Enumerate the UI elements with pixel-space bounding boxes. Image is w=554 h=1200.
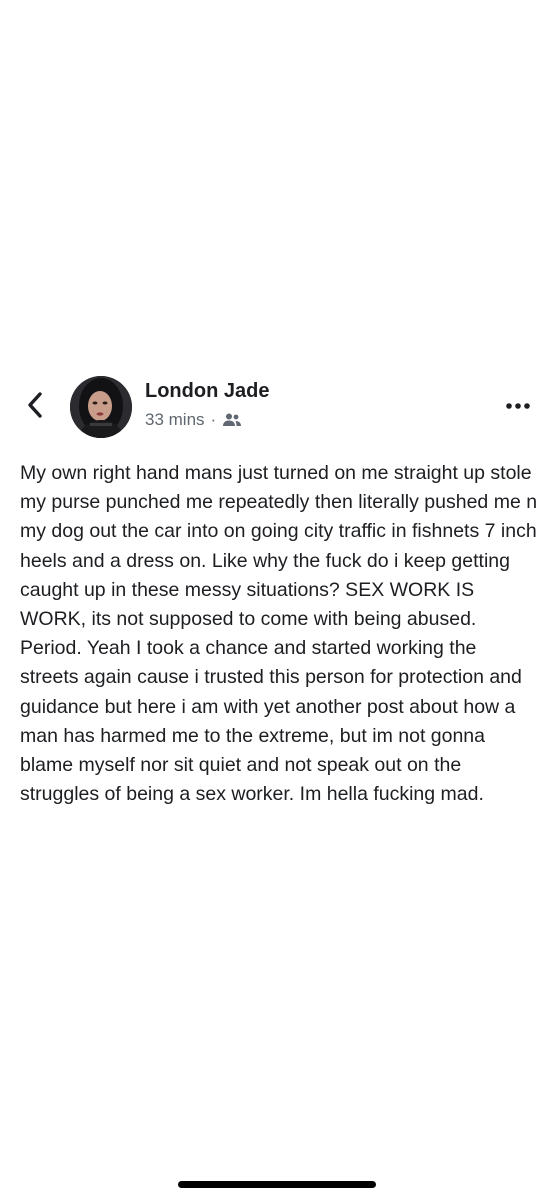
home-indicator[interactable] bbox=[178, 1181, 376, 1188]
post-timestamp[interactable]: 33 mins bbox=[145, 410, 205, 430]
author-name[interactable]: London Jade bbox=[145, 380, 269, 403]
back-button[interactable] bbox=[20, 390, 50, 424]
chevron-left-icon bbox=[27, 391, 43, 423]
avatar[interactable] bbox=[70, 376, 132, 438]
friends-icon[interactable] bbox=[222, 412, 242, 428]
post-body: My own right hand mans just turned on me… bbox=[20, 462, 538, 806]
post-header: London Jade 33 mins · bbox=[0, 370, 554, 450]
more-horizontal-icon bbox=[505, 397, 531, 415]
post-meta: 33 mins · bbox=[145, 410, 242, 430]
more-options-button[interactable] bbox=[500, 392, 536, 420]
meta-separator: · bbox=[210, 410, 217, 429]
